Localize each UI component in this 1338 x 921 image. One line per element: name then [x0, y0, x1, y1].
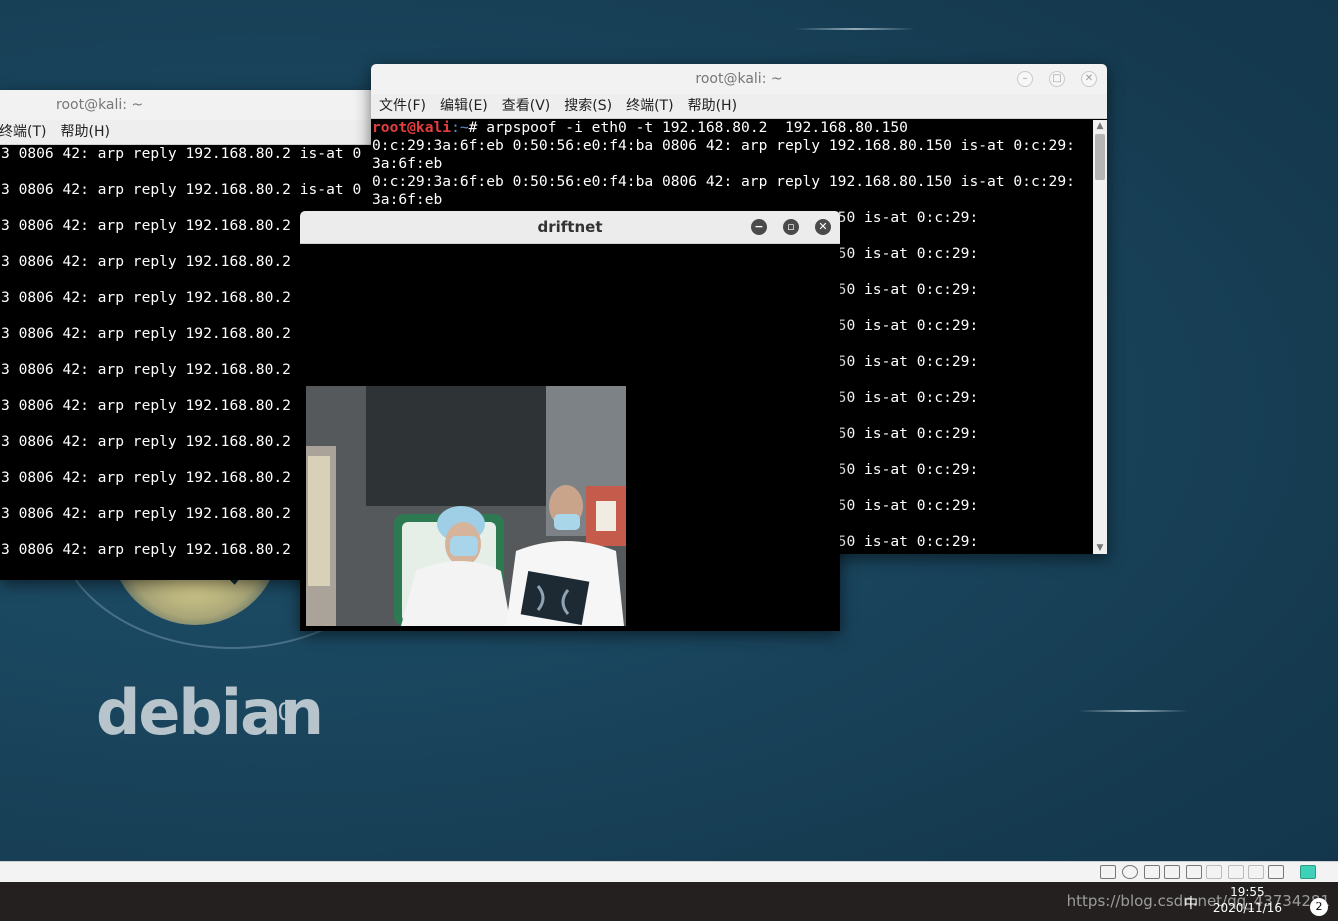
minimize-icon[interactable]: −: [751, 219, 767, 235]
terminal-scrollbar[interactable]: ▲ ▼: [1093, 120, 1107, 554]
terminal-line: 0:c:29:3a:6f:eb 0:50:56:e0:f4:ba 0806 42…: [372, 137, 1075, 154]
menu-terminal[interactable]: 终端(T): [626, 98, 673, 114]
menu-file[interactable]: 文件(F): [379, 98, 426, 114]
terminal-line: 3 0806 42: arp reply 192.168.80.2 is-at …: [1, 181, 362, 198]
menu-view[interactable]: 查看(V): [502, 98, 551, 114]
terminal-line: 3 0806 42: arp reply 192.168.80.2 is-at …: [1, 145, 362, 162]
prompt-path: :~: [451, 119, 469, 136]
captured-image[interactable]: [306, 386, 626, 626]
close-icon[interactable]: ✕: [815, 219, 831, 235]
left-terminal-menubar: 终端(T) 帮助(H): [0, 120, 375, 145]
message-icon[interactable]: [1300, 865, 1316, 879]
terminal-line: 3a:6f:eb: [372, 155, 443, 172]
harddisk-icon[interactable]: [1100, 865, 1116, 879]
scroll-thumb[interactable]: [1095, 134, 1105, 180]
prompt-symbol: #: [468, 119, 487, 136]
network-icon[interactable]: [1144, 865, 1160, 879]
window-title: root@kali: ~: [56, 97, 144, 113]
menu-edit[interactable]: 编辑(E): [440, 98, 488, 114]
trash-icon[interactable]: [1248, 865, 1264, 879]
window-title: root@kali: ~: [695, 71, 783, 87]
menu-help[interactable]: 帮助(H): [60, 124, 109, 140]
right-terminal-menubar: 文件(F) 编辑(E) 查看(V) 搜索(S) 终端(T) 帮助(H): [371, 94, 1107, 119]
maximize-icon[interactable]: ▫: [783, 219, 799, 235]
driftnet-titlebar[interactable]: driftnet − ▫ ✕: [300, 211, 840, 244]
terminal-line: 0:c:29:3a:6f:eb 0:50:56:e0:f4:ba 0806 42…: [372, 173, 1075, 190]
watermark-url: https://blog.csdn.net/qq_43734281: [1066, 892, 1330, 910]
left-terminal-titlebar[interactable]: root@kali: ~: [0, 90, 375, 120]
desktop: { "desktop": { "logo_text": "debian", "v…: [0, 0, 1338, 921]
wireless-icon[interactable]: [1228, 865, 1244, 879]
driftnet-window[interactable]: driftnet − ▫ ✕: [300, 211, 840, 631]
command-text: arpspoof -i eth0 -t 192.168.80.2 192.168…: [486, 119, 908, 136]
maximize-icon[interactable]: □: [1049, 71, 1065, 87]
speaker-icon[interactable]: [1186, 865, 1202, 879]
prompt-line: root@kali:~# arpspoof -i eth0 -t 192.168…: [372, 119, 1107, 137]
optical-drive-icon[interactable]: [1122, 865, 1138, 879]
audio-icon[interactable]: [1206, 865, 1222, 879]
menu-help[interactable]: 帮助(H): [688, 98, 737, 114]
minimize-icon[interactable]: –: [1017, 71, 1033, 87]
taskbar: 中 19:55 2020/11/16 2 https://blog.csdn.n…: [0, 882, 1338, 921]
menu-terminal[interactable]: 终端(T): [0, 124, 46, 140]
captured-photo-illustration: [306, 386, 626, 626]
close-icon[interactable]: ✕: [1081, 71, 1097, 87]
menu-search[interactable]: 搜索(S): [564, 98, 612, 114]
desktop-streak: [795, 28, 915, 30]
scroll-up-icon[interactable]: ▲: [1093, 120, 1107, 132]
printer-icon[interactable]: [1164, 865, 1180, 879]
vm-status-bar: [0, 861, 1338, 882]
terminal-line: 3a:6f:eb: [372, 191, 443, 208]
prompt-user: root@kali: [372, 119, 452, 136]
window-title: driftnet: [537, 218, 603, 236]
right-terminal-titlebar[interactable]: root@kali: ~ – □ ✕: [371, 64, 1107, 94]
device-icon[interactable]: [1268, 865, 1284, 879]
debian-version: 10: [262, 698, 293, 726]
scroll-down-icon[interactable]: ▼: [1093, 542, 1107, 554]
desktop-streak: [1078, 710, 1188, 712]
